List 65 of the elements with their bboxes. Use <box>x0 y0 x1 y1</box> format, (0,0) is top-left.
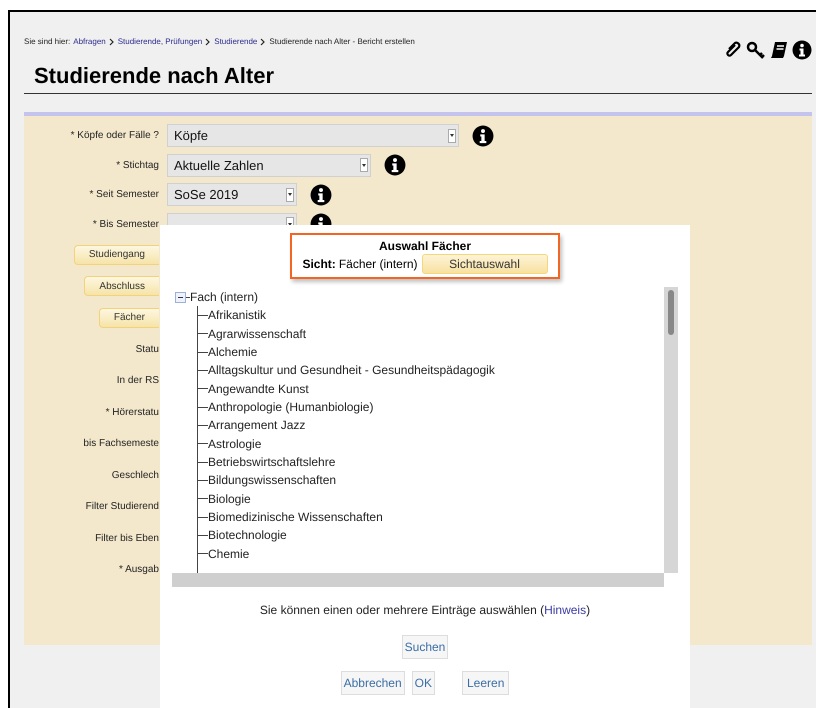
tree-item[interactable]: Agrarwissenschaft <box>208 324 306 344</box>
tree-item[interactable]: Biotechnologie <box>208 526 287 545</box>
info-icon[interactable] <box>384 154 406 176</box>
tree-item[interactable]: Chemie <box>208 544 250 564</box>
tree-item[interactable]: Fach (intern) <box>190 288 258 306</box>
view-select-button[interactable]: Sichtauswahl <box>422 254 548 274</box>
chevron-icon <box>108 38 115 46</box>
tree-item[interactable]: Alltagskultur und Gesundheit - Gesundheitspädagogik <box>208 361 495 380</box>
breadcrumb-link[interactable]: Abfragen <box>73 36 106 48</box>
field-label: * Stichtag <box>116 158 159 173</box>
select-field[interactable]: Aktuelle Zahlen <box>167 154 371 177</box>
field-label: * Hörerstatu <box>106 406 159 420</box>
dialog-button[interactable]: Leeren <box>462 671 510 695</box>
breadcrumb-link[interactable]: Studierende <box>214 36 258 48</box>
chevron-icon <box>205 38 212 46</box>
field-label: Statu <box>136 342 159 357</box>
dropdown-arrow-icon <box>288 222 292 226</box>
form-button[interactable]: Abschluss <box>84 276 159 296</box>
hint-link[interactable]: Hinweis <box>544 603 586 617</box>
dropdown-arrow-icon <box>362 164 366 167</box>
horizontal-scrollbar[interactable] <box>172 573 664 587</box>
tree-item[interactable]: Anthropologie (Humanbiologie) <box>208 398 374 416</box>
info-icon[interactable] <box>472 124 494 147</box>
field-label: In der RS <box>116 374 159 388</box>
book-icon[interactable] <box>769 40 789 60</box>
vertical-scrollbar[interactable] <box>664 287 678 573</box>
tree-item[interactable]: Afrikanistik <box>208 306 266 325</box>
field-label: Geschlech <box>112 468 159 483</box>
field-label: * Ausgab <box>118 563 159 578</box>
tree-item[interactable]: Biologie <box>208 490 251 508</box>
tree-item[interactable]: Astrologie <box>208 434 262 454</box>
search-button[interactable]: Suchen <box>402 635 448 659</box>
dialog-title: Auswahl Fächer <box>378 238 471 254</box>
collapse-icon[interactable] <box>175 292 186 303</box>
field-label: Filter bis Eben <box>95 532 159 546</box>
breadcrumb-current: Studierende nach Alter - Bericht erstellen <box>269 36 415 48</box>
field-label: * Seit Semester <box>90 188 159 202</box>
select-field[interactable]: Köpfe <box>167 124 459 148</box>
dropdown-arrow-icon <box>288 193 292 196</box>
breadcrumb-link[interactable]: Studierende, Prüfungen <box>118 36 202 48</box>
field-label: bis Fachsemeste <box>83 437 159 452</box>
view-label: Sicht: <box>302 256 336 273</box>
info-icon[interactable] <box>310 184 332 206</box>
form-button[interactable]: Studiengang <box>74 244 159 265</box>
page-title: Studierende nach Alter <box>34 62 276 90</box>
tree-item[interactable]: Betriebswirtschaftslehre <box>208 453 336 472</box>
select-field[interactable]: SoSe 2019 <box>167 183 297 206</box>
dialog-button[interactable]: OK <box>412 671 435 695</box>
tree-item[interactable]: Bildungswissenschaften <box>208 471 336 490</box>
dialog-button[interactable]: Abbrechen <box>340 671 405 695</box>
tree-item[interactable]: Alchemie <box>208 343 258 362</box>
field-label: Filter Studierend <box>86 500 159 514</box>
chevron-icon <box>260 38 266 46</box>
view-value: Fächer (intern) <box>338 256 418 273</box>
tree-item[interactable]: Biomedizinische Wissenschaften <box>208 508 383 526</box>
key-icon[interactable] <box>746 40 766 60</box>
tree-item[interactable]: Angewandte Kunst <box>208 380 309 398</box>
tree-item[interactable]: Arrangement Jazz <box>208 416 306 435</box>
dropdown-arrow-icon <box>450 134 454 138</box>
hint-text: Sie können einen oder mehrere Einträge auswählen (Hinweis) <box>260 603 590 617</box>
field-label: * Bis Semester <box>92 218 159 232</box>
info-icon[interactable] <box>792 40 812 60</box>
field-label: * Köpfe oder Fälle ? <box>70 129 159 144</box>
breadcrumb-label: Sie sind hier: <box>24 36 70 48</box>
form-button[interactable]: Fächer <box>98 308 159 328</box>
